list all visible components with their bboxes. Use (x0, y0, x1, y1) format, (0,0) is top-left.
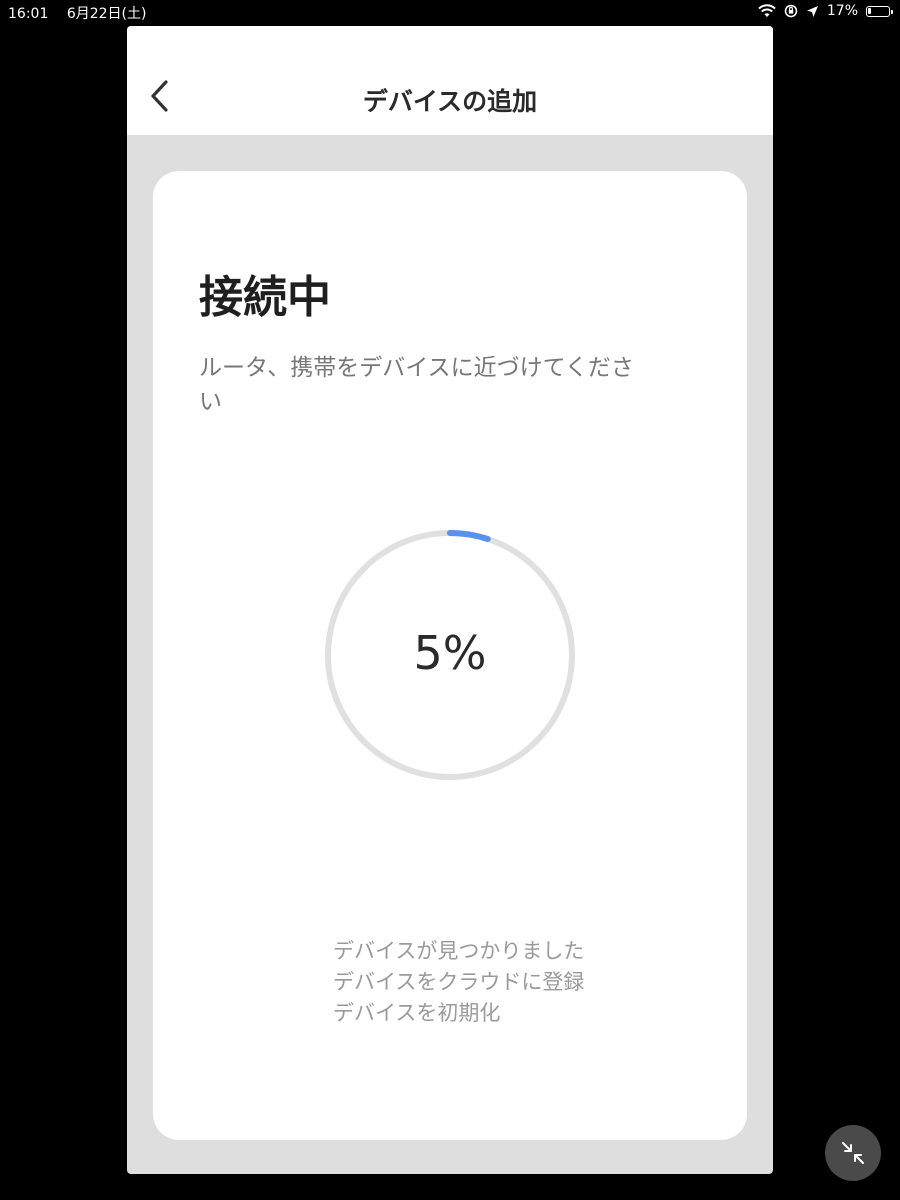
status-bar: 16:01 6月22日(土) 17% (0, 0, 900, 24)
collapse-arrows-icon (842, 1142, 864, 1164)
app-window: デバイスの追加 接続中 ルータ、携帯をデバイスに近づけてください 5% デバイス… (127, 26, 773, 1174)
navigation-bar: デバイスの追加 (127, 26, 773, 135)
instruction-text: ルータ、携帯をデバイスに近づけてください (199, 355, 634, 415)
status-time: 16:01 (8, 6, 49, 22)
wifi-icon (758, 4, 776, 17)
connecting-heading: 接続中 (199, 272, 331, 323)
step-list: デバイスが見つかりました デバイスをクラウドに登録 デバイスを初期化 (333, 936, 584, 1029)
battery-percent: 17% (826, 3, 858, 19)
connection-card: 接続中 ルータ、携帯をデバイスに近づけてください 5% デバイスが見つかりました… (153, 171, 747, 1140)
step-item: デバイスが見つかりました (333, 939, 585, 963)
battery-level (868, 7, 871, 14)
page-title: デバイスの追加 (362, 87, 538, 116)
step-item: デバイスを初期化 (333, 1001, 501, 1025)
status-date: 6月22日(土) (66, 6, 147, 22)
collapse-button[interactable] (825, 1125, 881, 1181)
battery-icon (866, 5, 893, 17)
orientation-lock-icon (784, 4, 798, 18)
step-item: デバイスをクラウドに登録 (333, 970, 585, 994)
location-arrow-icon (806, 5, 818, 17)
progress-percent: 5% (413, 626, 487, 680)
